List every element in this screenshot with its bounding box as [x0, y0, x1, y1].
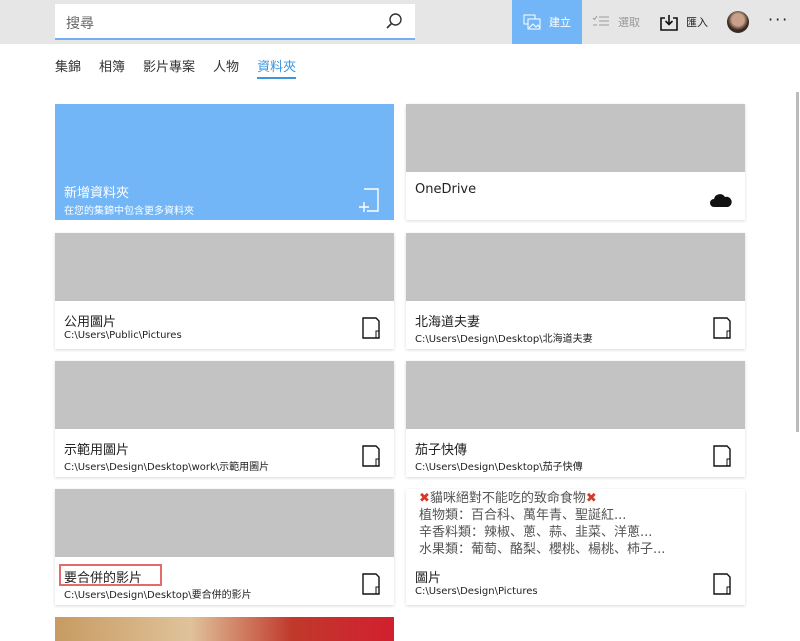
import-icon: [660, 14, 678, 31]
card-path: C:\Users\Public\Pictures: [64, 330, 182, 341]
tab-collection[interactable]: 集錦: [55, 56, 81, 79]
cross-icon: ✖: [585, 491, 597, 506]
tab-video-projects[interactable]: 影片專案: [143, 56, 195, 79]
cross-icon: ✖: [419, 491, 430, 506]
select-list-icon: [592, 15, 609, 26]
card-title: 示範用圖片: [64, 443, 130, 458]
folder-thumbnail: [406, 104, 745, 172]
avatar[interactable]: [727, 11, 749, 33]
folder-card[interactable]: 公用圖片 C:\Users\Public\Pictures: [55, 233, 394, 349]
tab-albums[interactable]: 相簿: [99, 56, 125, 79]
tab-folders[interactable]: 資料夾: [257, 56, 297, 79]
preview-text: ✖貓咪絕對不能吃的致命食物✖ 植物類：百合科、萬年青、聖誕紅... 辛香料類：辣…: [419, 491, 666, 557]
folder-card-partial[interactable]: [55, 617, 394, 641]
folder-card[interactable]: ✖貓咪絕對不能吃的致命食物✖ 植物類：百合科、萬年青、聖誕紅... 辛香料類：辣…: [406, 489, 745, 605]
card-title: 圖片: [415, 571, 442, 586]
folder-icon[interactable]: [362, 445, 380, 467]
folder-card[interactable]: 茄子快傳 C:\Users\Design\Desktop\茄子快傳: [406, 361, 745, 477]
folder-thumbnail: [55, 233, 394, 301]
card-subtitle: 在您的集錦中包含更多資料夾: [64, 206, 194, 217]
card-path: C:\Users\Design\Pictures: [415, 586, 538, 597]
card-title: 茄子快傳: [415, 443, 468, 458]
card-title: 北海道夫妻: [415, 315, 481, 330]
card-title: 公用圖片: [64, 315, 117, 330]
card-path: C:\Users\Design\Desktop\要合併的影片: [64, 590, 252, 601]
folder-thumbnail-photo: [55, 489, 394, 557]
create-label: 建立: [549, 16, 571, 29]
card-title: 新增資料夾: [64, 186, 130, 201]
import-label: 匯入: [686, 16, 708, 29]
select-button[interactable]: 選取: [592, 0, 640, 44]
search-placeholder: 搜尋: [66, 16, 94, 32]
folder-thumbnail-text: ✖貓咪絕對不能吃的致命食物✖ 植物類：百合科、萬年青、聖誕紅... 辛香料類：辣…: [406, 489, 745, 557]
folder-card[interactable]: 示範用圖片 C:\Users\Design\Desktop\work\示範用圖片: [55, 361, 394, 477]
create-icon: [523, 14, 541, 30]
add-folder-icon: [359, 188, 379, 212]
folder-icon[interactable]: [362, 573, 380, 595]
tab-people[interactable]: 人物: [213, 56, 239, 79]
more-options-button[interactable]: ···: [768, 10, 789, 29]
folder-card[interactable]: 要合併的影片 C:\Users\Design\Desktop\要合併的影片: [55, 489, 394, 605]
search-icon[interactable]: [385, 12, 403, 30]
folder-icon[interactable]: [713, 317, 731, 339]
folder-icon[interactable]: [713, 445, 731, 467]
create-button[interactable]: 建立: [512, 0, 582, 44]
folder-icon[interactable]: [713, 573, 731, 595]
scrollbar[interactable]: [796, 92, 799, 432]
nav-tabs: 集錦 相簿 影片專案 人物 資料夾: [55, 56, 297, 79]
card-path: C:\Users\Design\Desktop\北海道夫妻: [415, 334, 593, 345]
card-path: C:\Users\Design\Desktop\work\示範用圖片: [64, 462, 270, 473]
folder-icon[interactable]: [362, 317, 380, 339]
add-folder-card[interactable]: 新增資料夾 在您的集錦中包含更多資料夾: [55, 104, 394, 220]
card-title: 要合併的影片: [64, 571, 143, 586]
folder-thumbnail: [406, 233, 745, 301]
folder-thumbnail: [55, 361, 394, 429]
card-path: C:\Users\Design\Desktop\茄子快傳: [415, 462, 583, 473]
folder-card-onedrive[interactable]: OneDrive: [406, 104, 745, 220]
select-label: 選取: [618, 16, 640, 29]
card-title: OneDrive: [415, 182, 477, 197]
top-bar: 搜尋 建立 選取 匯入 ···: [0, 0, 800, 44]
search-input[interactable]: 搜尋: [55, 4, 415, 40]
onedrive-cloud-icon: [710, 194, 732, 207]
folder-thumbnail: [406, 361, 745, 429]
import-button[interactable]: 匯入: [660, 0, 708, 44]
folder-card[interactable]: 北海道夫妻 C:\Users\Design\Desktop\北海道夫妻: [406, 233, 745, 349]
